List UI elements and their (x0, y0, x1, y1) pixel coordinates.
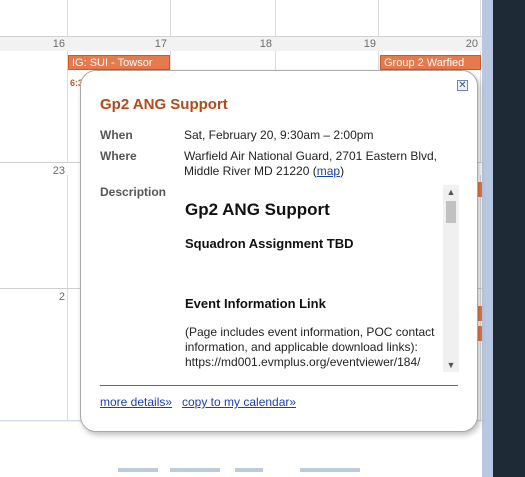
blurred-content (170, 468, 220, 472)
blurred-content (118, 468, 158, 472)
day-number[interactable]: 19 (356, 38, 376, 50)
event-details-popup: ✕ Gp2 ANG Support When Sat, February 20,… (80, 70, 478, 432)
right-panel (482, 0, 525, 477)
right-panel-edge (482, 0, 493, 477)
description-section-title: Event Information Link (185, 296, 326, 311)
description-label: Description (100, 185, 167, 199)
description-url: https://md001.evmplus.org/eventviewer/18… (185, 355, 421, 369)
where-line-2: Middle River MD 21220 (map) (184, 164, 437, 179)
more-details-link[interactable]: more details» (100, 395, 172, 409)
event-ig-sui[interactable]: IG: SUI - Towsor (68, 55, 170, 70)
where-label: Where (100, 149, 137, 163)
day-number[interactable]: 16 (45, 38, 65, 50)
blurred-content (300, 468, 360, 472)
when-label: When (100, 128, 133, 142)
when-value: Sat, February 20, 9:30am – 2:00pm (184, 128, 374, 142)
where-paren: ) (340, 164, 345, 178)
description-body-line: information, and applicable download lin… (185, 340, 418, 354)
day-number[interactable]: 23 (45, 165, 65, 177)
where-line-1: Warfield Air National Guard, 2701 Easter… (184, 149, 438, 163)
copy-to-calendar-link[interactable]: copy to my calendar» (182, 395, 296, 409)
blurred-content (235, 468, 263, 472)
map-link[interactable]: map (317, 164, 340, 178)
description-subheading: Squadron Assignment TBD (185, 236, 354, 251)
description-body: (Page includes event information, POC co… (185, 325, 443, 370)
event-group2-warfield[interactable]: Group 2 Warfied (380, 55, 481, 70)
close-icon[interactable]: ✕ (457, 80, 468, 91)
scroll-up-icon[interactable]: ▲ (443, 185, 459, 199)
scroll-thumb[interactable] (446, 201, 456, 223)
event-title: Gp2 ANG Support (100, 96, 228, 113)
description-heading: Gp2 ANG Support (185, 200, 330, 219)
right-panel-dark (493, 0, 525, 477)
popup-divider (100, 385, 458, 386)
where-address: Middle River MD 21220 ( (184, 164, 317, 178)
description-scroll-area[interactable]: Gp2 ANG Support Squadron Assignment TBD … (184, 185, 459, 372)
description-body-line: (Page includes event information, POC co… (185, 325, 435, 339)
where-value: Warfield Air National Guard, 2701 Easter… (184, 149, 437, 179)
description-scrollbar[interactable]: ▲ ▼ (443, 185, 459, 372)
scroll-down-icon[interactable]: ▼ (443, 358, 459, 372)
day-number[interactable]: 18 (252, 38, 272, 50)
day-number[interactable]: 2 (45, 291, 65, 303)
week-date-bar (0, 37, 482, 51)
day-number[interactable]: 17 (147, 38, 167, 50)
day-number[interactable]: 20 (458, 38, 478, 50)
